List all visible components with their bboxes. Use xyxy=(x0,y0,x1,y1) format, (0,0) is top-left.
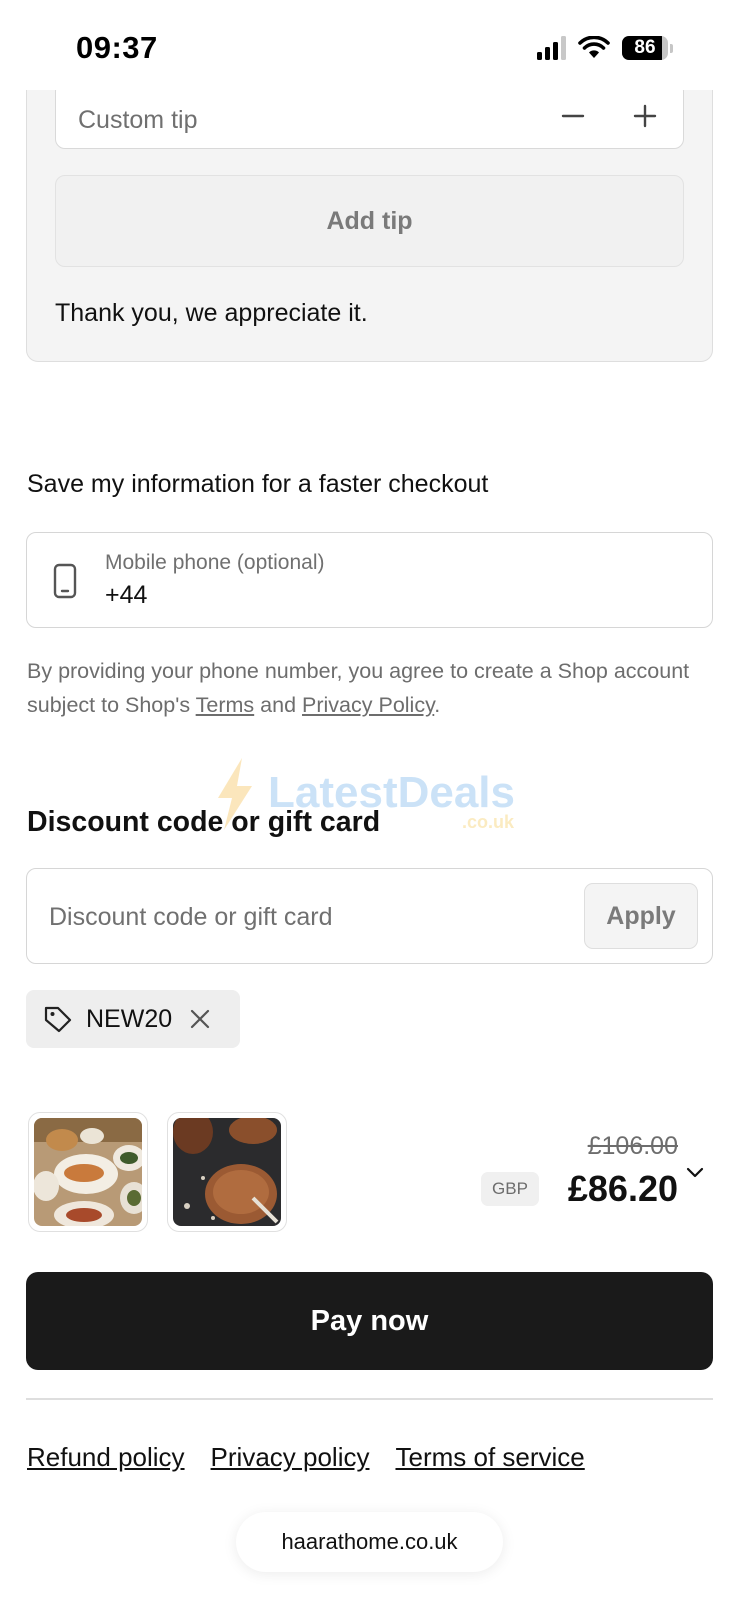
applied-discount-chip: NEW20 xyxy=(26,990,240,1048)
currency-badge: GBP xyxy=(481,1172,539,1206)
status-bar: 09:37 86 xyxy=(0,0,739,90)
product-thumbnail xyxy=(167,1112,287,1232)
watermark-subtext: .co.uk xyxy=(462,812,515,832)
mobile-phone-label: Mobile phone (optional) xyxy=(105,551,325,574)
shop-terms-link[interactable]: Terms xyxy=(196,693,255,717)
applied-discount-code: NEW20 xyxy=(86,1004,173,1033)
save-info-heading: Save my information for a faster checkou… xyxy=(27,470,489,498)
battery-icon: 86 xyxy=(622,36,673,60)
tip-thanks-text: Thank you, we appreciate it. xyxy=(55,299,368,327)
minus-icon[interactable] xyxy=(557,100,589,132)
status-time: 09:37 xyxy=(76,30,158,65)
pay-now-button[interactable]: Pay now xyxy=(26,1272,713,1370)
product-thumbnail xyxy=(28,1112,148,1232)
mobile-phone-value[interactable]: +44 xyxy=(105,581,147,610)
consent-and: and xyxy=(254,693,303,717)
tag-icon xyxy=(44,1006,72,1033)
tip-card: Custom tip Add tip Thank you, we appreci… xyxy=(26,60,713,362)
mobile-phone-field[interactable]: Mobile phone (optional) +44 xyxy=(26,532,713,628)
wifi-icon xyxy=(578,36,610,58)
order-total: £86.20 xyxy=(567,1168,678,1209)
consent-suffix: . xyxy=(434,693,441,717)
chevron-down-icon[interactable] xyxy=(683,1160,707,1184)
footer-divider xyxy=(26,1398,713,1400)
battery-percentage: 86 xyxy=(634,37,656,58)
plus-icon[interactable] xyxy=(629,100,661,132)
discount-code-input[interactable] xyxy=(49,889,559,945)
apply-button[interactable]: Apply xyxy=(584,883,698,949)
add-tip-button[interactable]: Add tip xyxy=(55,175,684,267)
phone-consent-text: By providing your phone number, you agre… xyxy=(27,654,717,722)
terms-of-service-link[interactable]: Terms of service xyxy=(395,1442,584,1473)
footer-links: Refund policy Privacy policy Terms of se… xyxy=(27,1442,585,1473)
original-price: £106.00 xyxy=(587,1132,678,1160)
shop-privacy-policy-link[interactable]: Privacy Policy xyxy=(302,693,434,717)
close-icon[interactable] xyxy=(188,1007,212,1031)
signal-icon xyxy=(537,36,566,60)
status-icons: 86 xyxy=(537,36,673,60)
custom-tip-label: Custom tip xyxy=(78,106,198,134)
privacy-policy-link[interactable]: Privacy policy xyxy=(211,1442,370,1473)
address-bar-url[interactable]: haarathome.co.uk xyxy=(236,1512,503,1572)
mobile-phone-icon xyxy=(53,563,77,599)
custom-tip-field[interactable]: Custom tip xyxy=(55,81,684,149)
discount-field: Apply xyxy=(26,868,713,964)
discount-heading: Discount code or gift card xyxy=(27,806,381,838)
refund-policy-link[interactable]: Refund policy xyxy=(27,1442,185,1473)
